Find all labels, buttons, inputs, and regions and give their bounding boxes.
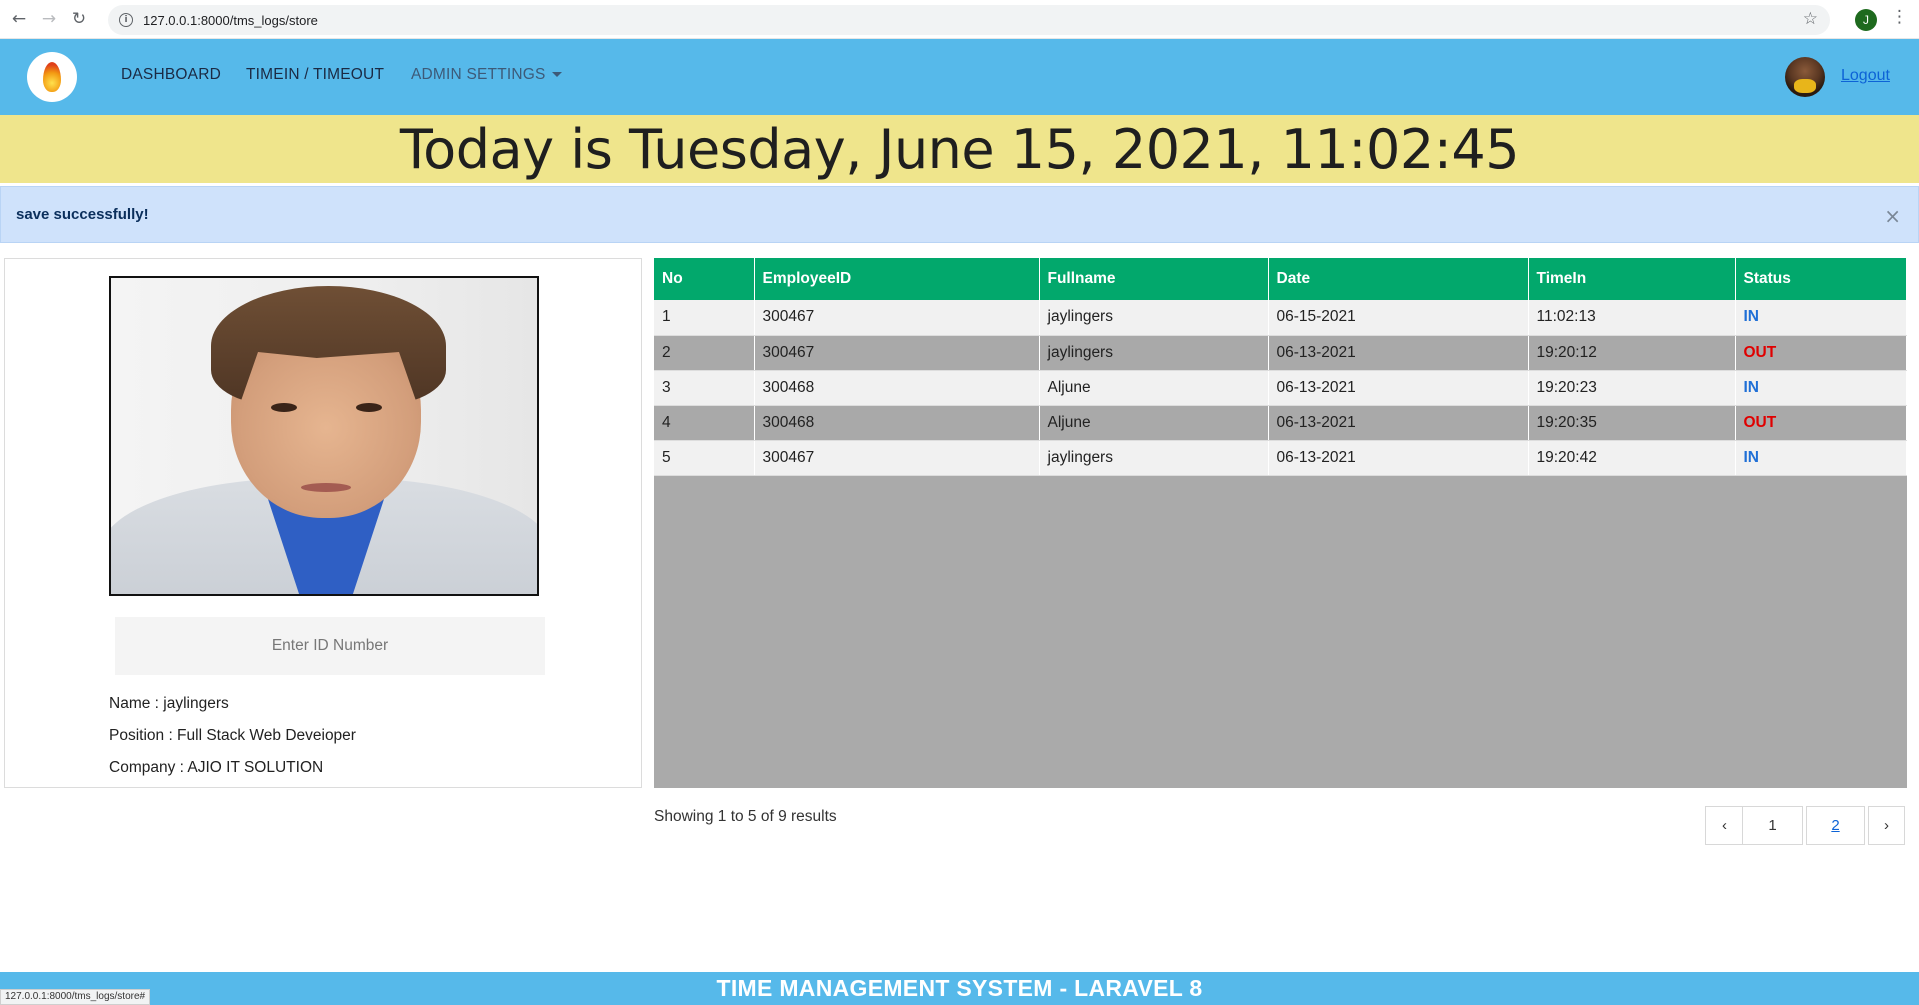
cell-no: 1 <box>654 300 755 336</box>
table-row: 4 300468 Aljune 06-13-2021 19:20:35 OUT <box>654 405 1907 441</box>
app-navbar: DASHBOARD TIMEIN / TIMEOUT ADMIN SETTING… <box>0 39 1919 115</box>
cell-employee-id: 300467 <box>754 335 1040 371</box>
menu-kebab-icon[interactable]: ⋮ <box>1891 7 1908 27</box>
caret-down-icon <box>551 72 562 78</box>
cell-no: 3 <box>654 370 755 406</box>
pagination-next[interactable]: › <box>1868 806 1905 845</box>
forward-arrow-icon[interactable]: → <box>38 8 60 30</box>
user-avatar[interactable] <box>1785 57 1825 97</box>
cell-employee-id: 300467 <box>754 440 1040 476</box>
date-banner: Today is Tuesday, June 15, 2021, 11:02:4… <box>0 115 1919 183</box>
employee-card: Name : jaylingers Position : Full Stack … <box>4 258 642 788</box>
reload-icon[interactable]: ↻ <box>68 8 90 30</box>
cell-status: OUT <box>1735 335 1907 371</box>
browser-status-url: 127.0.0.1:8000/tms_logs/store# <box>0 989 151 1005</box>
col-header-status: Status <box>1735 258 1907 300</box>
col-header-employee-id: EmployeeID <box>754 258 1040 300</box>
cell-timein: 19:20:23 <box>1528 370 1736 406</box>
cell-date: 06-13-2021 <box>1268 440 1529 476</box>
cell-no: 2 <box>654 335 755 371</box>
logout-link[interactable]: Logout <box>1841 67 1890 85</box>
employee-company: Company : AJIO IT SOLUTION <box>109 759 324 776</box>
app-footer: TIME MANAGEMENT SYSTEM - LARAVEL 8 <box>0 972 1919 1005</box>
cell-employee-id: 300467 <box>754 300 1040 336</box>
cell-fullname: Aljune <box>1039 370 1269 406</box>
id-number-input[interactable] <box>115 617 545 675</box>
pagination-prev[interactable]: ‹ <box>1705 806 1744 845</box>
col-header-no: No <box>654 258 755 300</box>
pagination-page-2[interactable]: 2 <box>1806 806 1865 845</box>
cell-fullname: jaylingers <box>1039 300 1269 336</box>
pagination-page-1[interactable]: 1 <box>1742 806 1803 845</box>
close-icon[interactable]: × <box>1884 204 1901 228</box>
cell-date: 06-13-2021 <box>1268 335 1529 371</box>
table-row: 2 300467 jaylingers 06-13-2021 19:20:12 … <box>654 335 1907 371</box>
app-logo[interactable] <box>27 52 77 102</box>
star-icon[interactable]: ☆ <box>1803 9 1818 29</box>
table-row: 5 300467 jaylingers 06-13-2021 19:20:42 … <box>654 440 1907 476</box>
current-datetime: Today is Tuesday, June 15, 2021, 11:02:4… <box>399 117 1520 181</box>
table-header-row: No EmployeeID Fullname Date TimeIn Statu… <box>654 258 1907 300</box>
cell-employee-id: 300468 <box>754 370 1040 406</box>
success-alert: save successfully! × <box>0 186 1919 243</box>
info-icon[interactable]: i <box>119 13 133 27</box>
employee-name: Name : jaylingers <box>109 695 229 712</box>
cell-status: OUT <box>1735 405 1907 441</box>
cell-timein: 19:20:35 <box>1528 405 1736 441</box>
cell-fullname: Aljune <box>1039 405 1269 441</box>
back-arrow-icon[interactable]: ← <box>8 8 30 30</box>
browser-profile-avatar[interactable]: J <box>1855 9 1877 31</box>
cell-status: IN <box>1735 440 1907 476</box>
col-header-date: Date <box>1268 258 1529 300</box>
browser-toolbar: ← → ↻ i 127.0.0.1:8000/tms_logs/store ☆ … <box>0 0 1919 39</box>
alert-message: save successfully! <box>16 206 149 223</box>
cell-fullname: jaylingers <box>1039 440 1269 476</box>
employee-position: Position : Full Stack Web Deveioper <box>109 727 356 744</box>
pagination-summary: Showing 1 to 5 of 9 results <box>654 808 837 825</box>
table-row: 1 300467 jaylingers 06-15-2021 11:02:13 … <box>654 300 1907 336</box>
cell-status: IN <box>1735 300 1907 336</box>
url-text[interactable]: 127.0.0.1:8000/tms_logs/store <box>143 13 318 28</box>
nav-timein-timeout[interactable]: TIMEIN / TIMEOUT <box>246 66 384 84</box>
cell-timein: 11:02:13 <box>1528 300 1736 336</box>
cell-date: 06-15-2021 <box>1268 300 1529 336</box>
employee-photo <box>109 276 539 596</box>
cell-date: 06-13-2021 <box>1268 370 1529 406</box>
col-header-fullname: Fullname <box>1039 258 1269 300</box>
cell-date: 06-13-2021 <box>1268 405 1529 441</box>
flame-icon <box>43 62 61 92</box>
cell-status: IN <box>1735 370 1907 406</box>
logs-table-panel: No EmployeeID Fullname Date TimeIn Statu… <box>654 258 1907 788</box>
nav-admin-settings-label: ADMIN SETTINGS <box>411 66 546 83</box>
logs-table: No EmployeeID Fullname Date TimeIn Statu… <box>654 258 1907 476</box>
cell-employee-id: 300468 <box>754 405 1040 441</box>
table-row: 3 300468 Aljune 06-13-2021 19:20:23 IN <box>654 370 1907 406</box>
nav-dashboard[interactable]: DASHBOARD <box>121 66 221 84</box>
cell-timein: 19:20:12 <box>1528 335 1736 371</box>
id-number-field-wrap <box>115 617 545 675</box>
footer-title: TIME MANAGEMENT SYSTEM - LARAVEL 8 <box>716 975 1203 1001</box>
nav-admin-settings[interactable]: ADMIN SETTINGS <box>411 66 562 84</box>
cell-no: 4 <box>654 405 755 441</box>
address-bar[interactable]: i 127.0.0.1:8000/tms_logs/store ☆ <box>108 5 1830 35</box>
col-header-timein: TimeIn <box>1528 258 1736 300</box>
cell-timein: 19:20:42 <box>1528 440 1736 476</box>
cell-no: 5 <box>654 440 755 476</box>
cell-fullname: jaylingers <box>1039 335 1269 371</box>
